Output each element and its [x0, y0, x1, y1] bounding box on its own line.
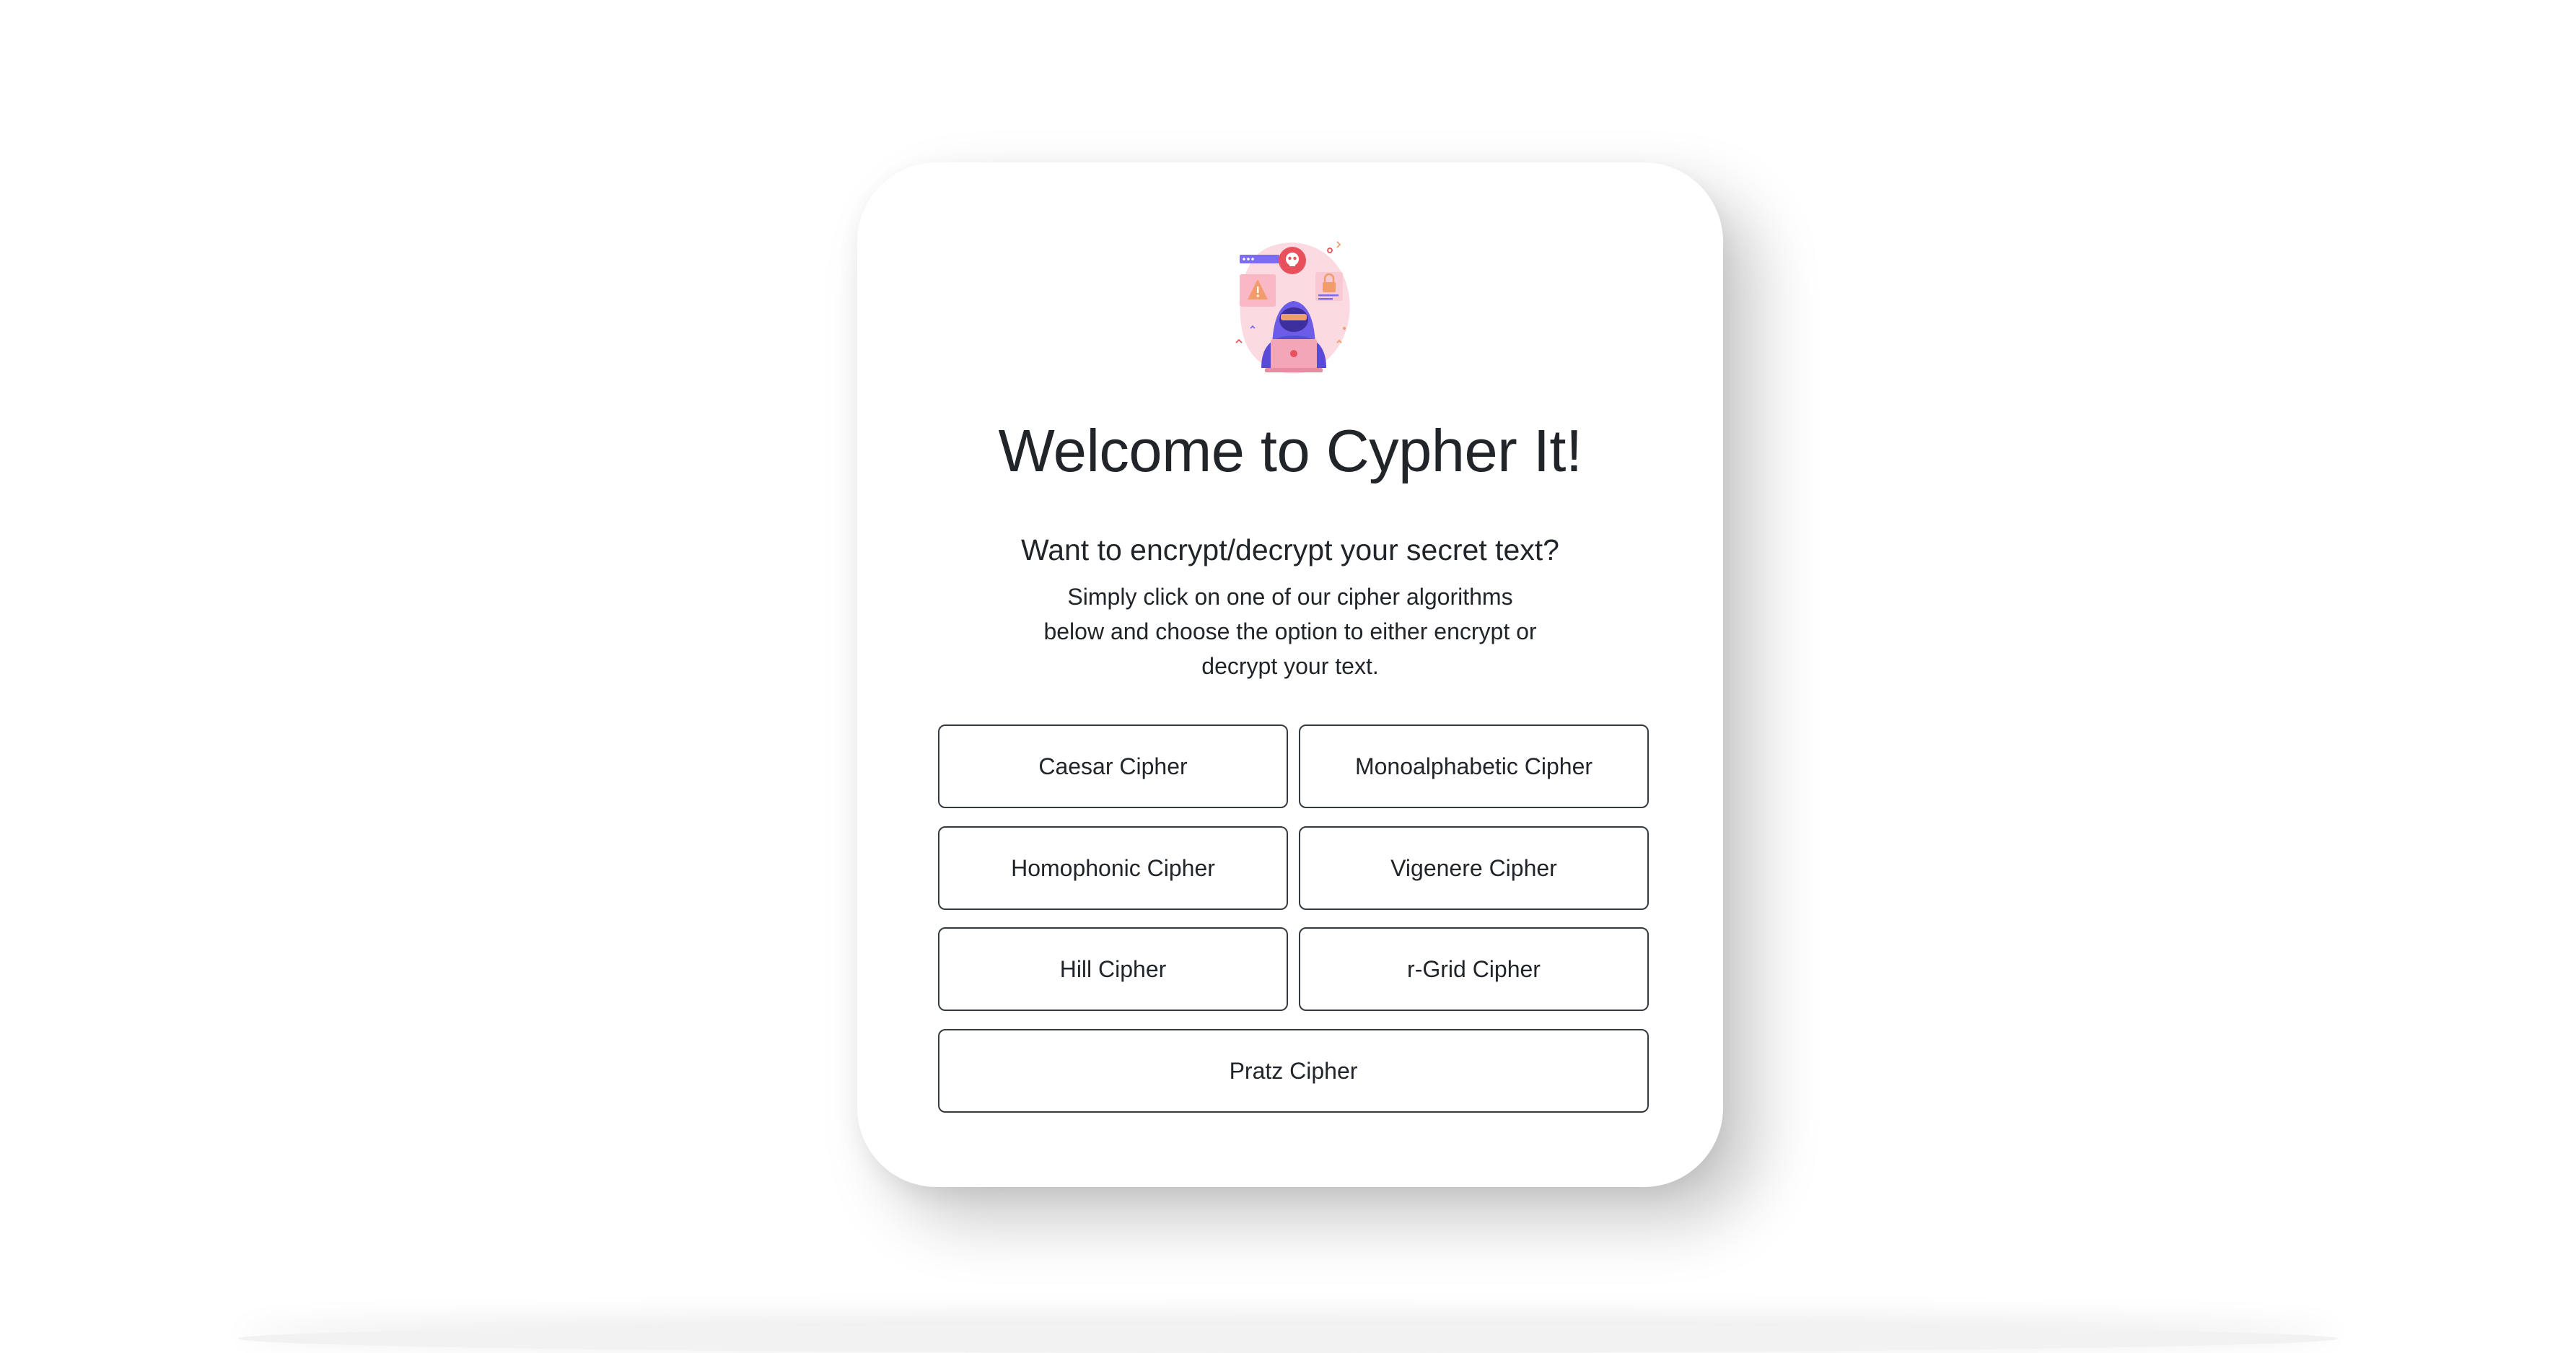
welcome-card: Welcome to Cypher It! Want to encrypt/de…: [857, 162, 1723, 1187]
monoalphabetic-cipher-button[interactable]: Monoalphabetic Cipher: [1299, 724, 1649, 808]
footer-shadow: [238, 1324, 2338, 1353]
hacker-illustration-icon: [1235, 241, 1350, 374]
page-title: Welcome to Cypher It!: [998, 417, 1582, 484]
vigenere-cipher-button[interactable]: Vigenere Cipher: [1299, 826, 1649, 910]
page-description: Simply click on one of our cipher algori…: [1043, 584, 1537, 679]
page-subtitle: Want to encrypt/decrypt your secret text…: [1021, 533, 1559, 566]
caesar-cipher-button[interactable]: Caesar Cipher: [938, 724, 1288, 808]
r-grid-cipher-button[interactable]: r-Grid Cipher: [1299, 927, 1649, 1011]
homophonic-cipher-button[interactable]: Homophonic Cipher: [938, 826, 1288, 910]
hill-cipher-button[interactable]: Hill Cipher: [938, 927, 1288, 1011]
pratz-cipher-button[interactable]: Pratz Cipher: [938, 1029, 1649, 1113]
